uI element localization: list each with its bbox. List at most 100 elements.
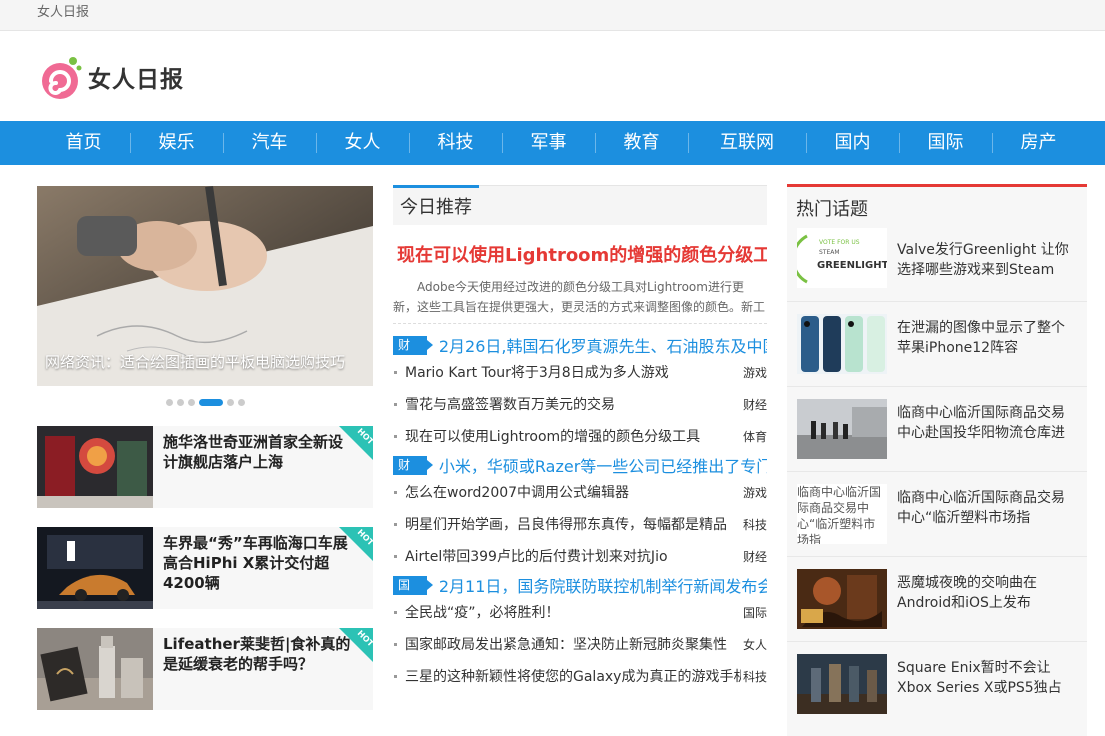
slider-dot[interactable] [237,399,245,406]
hot-badge: HOT [339,527,373,561]
hot-topic-thumbnail[interactable] [797,569,887,629]
slider-dot[interactable] [165,399,173,406]
hot-topic-item[interactable]: 临商中心临沂国际商品交易中心“临沂塑料市场指 临商中心临沂国际商品交易中心“临沂… [787,472,1087,557]
logo-text: 女人日报 [88,66,184,93]
list-item-tag[interactable]: 游戏 [741,364,767,381]
card-thumbnail[interactable] [37,628,153,710]
list-item-tag[interactable]: 游戏 [741,484,767,501]
list-item-text[interactable]: 国家邮政局发出紧急通知：坚决防止新冠肺炎聚集性 [405,634,741,654]
recommend-summary: Adobe今天使用经过改进的颜色分级工具对Lightroom进行更新，这些工具旨… [393,280,766,314]
card-thumbnail[interactable] [37,426,153,508]
list-item-text[interactable]: Airtel带回399卢比的后付费计划来对抗Jio [405,546,741,566]
list-item-tag[interactable]: 体育 [741,428,767,445]
list-item-tag[interactable]: 科技 [741,668,767,685]
nav-item-entertainment[interactable]: 娱乐 [130,121,223,165]
broken-image-alt-text: 临商中心临沂国际商品交易中心“临沂塑料市场指 [797,485,882,544]
category-badge[interactable]: 财经 [393,335,433,371]
hot-topic-title[interactable]: 临商中心临沂国际商品交易中心赴国投华阳物流仓库进 [897,403,1077,443]
hot-topics-section: 热门话题 VOTE FOR US STEAM GREENLIGHT Valve发… [787,184,1087,736]
slider-dot[interactable] [187,399,195,406]
image-slider[interactable]: 网络资讯：适合绘图插画的平板电脑选购技巧 [37,186,373,386]
section-title[interactable]: 2月26日,韩国石化罗真源先生、石油股东及中国 [439,333,767,357]
snail-logo-icon [40,53,82,101]
nav-item-education[interactable]: 教育 [595,121,688,165]
top-bar: 女人日报 [0,0,1105,31]
nav-item-home[interactable]: 首页 [37,121,130,165]
recommend-headline[interactable]: 现在可以使用Lightroom的增强的颜色分级工具 [397,241,767,267]
list-item[interactable]: 雪花与高盛签署数百万美元的交易 财经 [393,388,767,420]
section-title[interactable]: 2月11日，国务院联防联控机制举行新闻发布会 [439,573,767,597]
card-title[interactable]: 车界最“秀”车再临海口车展 高合HiPhi X累计交付超4200辆 [163,533,353,593]
list-item[interactable]: 全民战“疫”，必将胜利！ 国际 [393,596,767,628]
slider-caption[interactable]: 网络资讯：适合绘图插画的平板电脑选购技巧 [45,351,345,372]
header: 女人日报 [0,31,1105,121]
hot-topic-item[interactable]: 恶魔城夜晚的交响曲在Android和iOS上发布 [787,557,1087,642]
list-item-tag[interactable]: 财经 [741,548,767,565]
hot-topic-item[interactable]: 在泄漏的图像中显示了整个苹果iPhone12阵容 [787,302,1087,387]
divider [393,323,767,324]
list-item-tag[interactable]: 财经 [741,396,767,413]
hot-topic-item[interactable]: Square Enix暂时不会让Xbox Series X或PS5独占 [787,642,1087,727]
hot-topic-title[interactable]: 临商中心临沂国际商品交易中心“临沂塑料市场指 [897,488,1077,528]
site-logo[interactable]: 女人日报 [40,53,184,101]
slider-dots [37,399,373,406]
list-item[interactable]: 现在可以使用Lightroom的增强的颜色分级工具 体育 [393,420,767,452]
hot-topic-thumbnail[interactable] [797,399,887,459]
recommend-header: 今日推荐 [393,185,767,225]
section-title[interactable]: 小米，华硕或Razer等一些公司已经推出了专门 [439,453,767,477]
hot-topic-item[interactable]: VOTE FOR US STEAM GREENLIGHT Valve发行Gree… [787,220,1087,302]
list-item-tag[interactable]: 科技 [741,516,767,533]
hot-topic-title[interactable]: 恶魔城夜晚的交响曲在Android和iOS上发布 [897,573,1077,613]
nav-item-tech[interactable]: 科技 [409,121,502,165]
news-card[interactable]: 施华洛世奇亚洲首家全新设计旗舰店落户上海 HOT [37,426,373,508]
svg-text:VOTE FOR US: VOTE FOR US [819,239,860,246]
hot-topics-heading: 热门话题 [796,199,868,220]
hot-topic-thumbnail[interactable] [797,314,887,374]
list-item[interactable]: Mario Kart Tour将于3月8日成为多人游戏 游戏 [393,356,767,388]
list-item-text[interactable]: 全民战“疫”，必将胜利！ [405,602,741,622]
list-item-text[interactable]: 三星的这种新颖性将使您的Galaxy成为真正的游戏手机 [405,666,741,686]
hot-topic-title[interactable]: 在泄漏的图像中显示了整个苹果iPhone12阵容 [897,318,1077,358]
slider-dot[interactable] [226,399,234,406]
news-section-header: 财经 小米，华硕或Razer等一些公司已经推出了专门 [393,453,767,491]
nav-item-international[interactable]: 国际 [899,121,992,165]
list-item-tag[interactable]: 女人 [741,636,767,653]
hot-topic-thumbnail[interactable]: VOTE FOR US STEAM GREENLIGHT [797,228,887,288]
hot-topic-thumbnail[interactable] [797,654,887,714]
card-title[interactable]: Lifeather莱斐哲|食补真的是延缓衰老的帮手吗？ [163,634,353,674]
list-item-text[interactable]: 怎么在word2007中调用公式编辑器 [405,482,741,502]
category-badge[interactable]: 国际 [393,575,433,611]
nav-item-military[interactable]: 军事 [502,121,595,165]
list-item-text[interactable]: Mario Kart Tour将于3月8日成为多人游戏 [405,362,741,382]
hot-topic-thumbnail-broken[interactable]: 临商中心临沂国际商品交易中心“临沂塑料市场指 [797,484,887,544]
list-item[interactable]: 怎么在word2007中调用公式编辑器 游戏 [393,476,767,508]
category-badge[interactable]: 财经 [393,455,433,491]
hot-badge: HOT [339,426,373,460]
list-item[interactable]: 国家邮政局发出紧急通知：坚决防止新冠肺炎聚集性 女人 [393,628,767,660]
news-card[interactable]: Lifeather莱斐哲|食补真的是延缓衰老的帮手吗？ HOT [37,628,373,710]
list-item-text[interactable]: 明星们开始学画，吕良伟得邢东真传，每幅都是精品 [405,514,741,534]
topbar-site-name[interactable]: 女人日报 [37,5,89,20]
list-item-text[interactable]: 雪花与高盛签署数百万美元的交易 [405,394,741,414]
nav-item-women[interactable]: 女人 [316,121,409,165]
news-card[interactable]: 车界最“秀”车再临海口车展 高合HiPhi X累计交付超4200辆 HOT [37,527,373,609]
slider-dot-active[interactable] [198,399,223,406]
hot-topic-title[interactable]: Valve发行Greenlight 让你选择哪些游戏来到Steam [897,240,1077,280]
nav-item-domestic[interactable]: 国内 [806,121,899,165]
card-thumbnail[interactable] [37,527,153,609]
hot-topic-item[interactable]: 临商中心临沂国际商品交易中心赴国投华阳物流仓库进 [787,387,1087,472]
hot-badge: HOT [339,628,373,662]
list-item[interactable]: 三星的这种新颖性将使您的Galaxy成为真正的游戏手机 科技 [393,660,767,692]
list-item-tag[interactable]: 国际 [741,604,767,621]
nav-item-internet[interactable]: 互联网 [688,121,806,165]
card-title[interactable]: 施华洛世奇亚洲首家全新设计旗舰店落户上海 [163,432,353,472]
news-section-header: 财经 2月26日,韩国石化罗真源先生、石油股东及中国 [393,333,767,371]
list-item-text[interactable]: 现在可以使用Lightroom的增强的颜色分级工具 [405,426,741,446]
slider-dot[interactable] [176,399,184,406]
hot-topic-title[interactable]: Square Enix暂时不会让Xbox Series X或PS5独占 [897,658,1077,698]
nav-item-auto[interactable]: 汽车 [223,121,316,165]
list-item[interactable]: 明星们开始学画，吕良伟得邢东真传，每幅都是精品 科技 [393,508,767,540]
recommend-heading: 今日推荐 [400,197,472,218]
nav-item-realestate[interactable]: 房产 [992,121,1085,165]
list-item[interactable]: Airtel带回399卢比的后付费计划来对抗Jio 财经 [393,540,767,572]
